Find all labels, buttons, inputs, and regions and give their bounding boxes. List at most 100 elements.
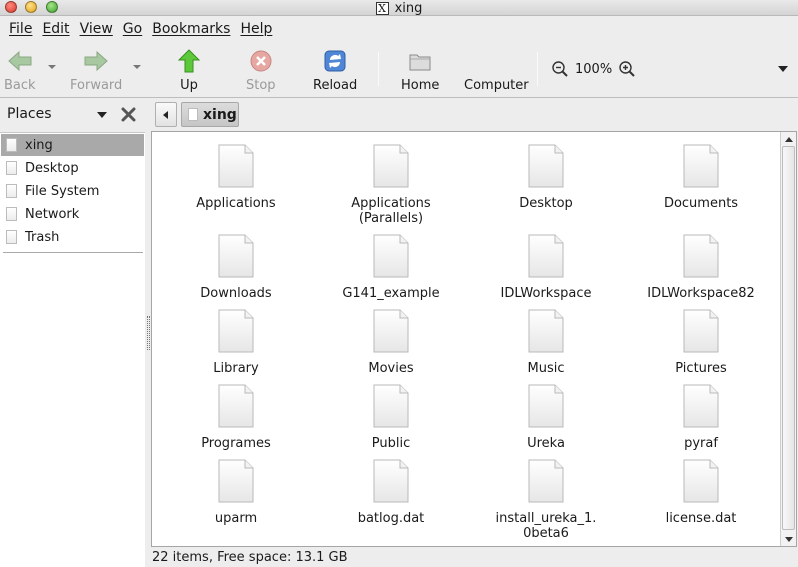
path-scroll-left-button[interactable] [155,102,177,127]
file-item[interactable]: IDLWorkspace [471,234,621,301]
file-name: Movies [368,361,414,376]
file-name: Documents [663,196,739,211]
document-icon [683,384,719,428]
zoom-level[interactable]: 100% [575,62,612,77]
sidebar-item-label: Network [25,206,80,222]
file-item[interactable]: install_ureka_1. 0beta6 [471,459,621,541]
file-item[interactable]: license.dat [626,459,776,526]
back-history-dropdown[interactable] [48,65,56,69]
file-icon [6,207,17,221]
path-button-xing[interactable]: xing [181,102,239,127]
pane-resize-handle[interactable] [147,316,150,350]
x11-icon: X [375,1,389,15]
computer-label: Computer [464,78,529,93]
file-item[interactable]: G141_example [316,234,466,301]
places-sidebar: xing Desktop File System Network Trash [0,132,145,567]
file-name: Applications (Parallels) [351,196,431,226]
reload-icon [322,48,348,74]
stop-button[interactable]: Stop [246,48,276,93]
sidebar-item-file-system[interactable]: File System [1,180,144,202]
menu-bookmarks[interactable]: Bookmarks [147,21,235,37]
document-icon [528,309,564,353]
up-button[interactable]: Up [176,48,202,93]
scroll-up-arrow[interactable] [785,137,793,142]
sidebar-item-desktop[interactable]: Desktop [1,157,144,179]
home-folder-icon [407,48,433,74]
file-item[interactable]: Applications (Parallels) [316,144,466,226]
document-icon [528,234,564,278]
toolbar-overflow-dropdown[interactable] [778,66,788,72]
toolbar-separator [537,52,538,86]
file-name: IDLWorkspace [500,286,592,301]
file-item[interactable]: Applications [161,144,311,211]
file-name: IDLWorkspace82 [647,286,755,301]
scroll-thumb[interactable] [782,146,795,530]
close-sidebar-icon[interactable] [120,106,137,123]
forward-button[interactable]: Forward [70,48,122,93]
sidebar-item-trash[interactable]: Trash [1,226,144,248]
file-name: Applications [196,196,276,211]
document-icon [218,459,254,503]
forward-arrow-icon [83,48,109,74]
file-item[interactable]: Desktop [471,144,621,211]
file-name: Ureka [527,436,565,451]
file-item[interactable]: Ureka [471,384,621,451]
title-bar: X xing [0,0,798,16]
file-name: Music [527,361,565,376]
menu-view[interactable]: View [75,21,118,37]
file-grid: Applications Applications (Parallels) Desk… [152,132,780,546]
computer-button[interactable]: Computer [464,48,529,93]
sidebar-divider [3,252,143,253]
file-view: Applications Applications (Parallels) Desk… [151,131,797,547]
back-button[interactable]: Back [4,48,36,93]
file-item[interactable]: Documents [626,144,776,211]
document-icon [218,384,254,428]
menubar: File Edit View Go Bookmarks Help [0,17,798,41]
back-arrow-icon [7,48,33,74]
file-item[interactable]: batlog.dat [316,459,466,526]
document-icon [373,384,409,428]
document-icon [373,309,409,353]
file-item[interactable]: Downloads [161,234,311,301]
file-item[interactable]: Programes [161,384,311,451]
toolbar-separator [378,52,379,86]
file-item[interactable]: uparm [161,459,311,526]
sidebar-item-label: Desktop [25,160,79,176]
file-item[interactable]: Library [161,309,311,376]
stop-icon [248,48,274,74]
stop-label: Stop [246,78,276,93]
sidebar-item-label: File System [25,183,100,199]
sidebar-item-xing[interactable]: xing [1,134,144,156]
file-item[interactable]: pyraf [626,384,776,451]
document-icon [683,309,719,353]
file-name: Programes [201,436,271,451]
file-item[interactable]: Pictures [626,309,776,376]
zoom-out-icon[interactable] [551,60,569,78]
home-button[interactable]: Home [401,48,439,93]
file-icon [6,161,17,175]
file-item[interactable]: Public [316,384,466,451]
file-name: Public [371,436,411,451]
file-item[interactable]: IDLWorkspace82 [626,234,776,301]
menu-file[interactable]: File [4,21,37,37]
file-item[interactable]: Movies [316,309,466,376]
menu-edit[interactable]: Edit [37,21,74,37]
menu-help[interactable]: Help [235,21,277,37]
sidebar-item-network[interactable]: Network [1,203,144,225]
document-icon [373,144,409,188]
places-dropdown[interactable] [97,112,107,118]
zoom-in-icon[interactable] [618,60,636,78]
menu-go[interactable]: Go [118,21,147,37]
scroll-down-arrow[interactable] [785,537,793,542]
file-item[interactable]: Music [471,309,621,376]
file-name: uparm [214,511,258,526]
document-icon [683,459,719,503]
status-bar: 22 items, Free space: 13.1 GB [152,550,348,565]
sidebar-header: Places [0,99,146,129]
file-name: Downloads [200,286,272,301]
reload-button[interactable]: Reload [313,48,357,93]
zoom-controls: 100% [551,60,636,78]
forward-history-dropdown[interactable] [133,65,141,69]
document-icon [373,459,409,503]
vertical-scrollbar[interactable] [780,132,796,546]
